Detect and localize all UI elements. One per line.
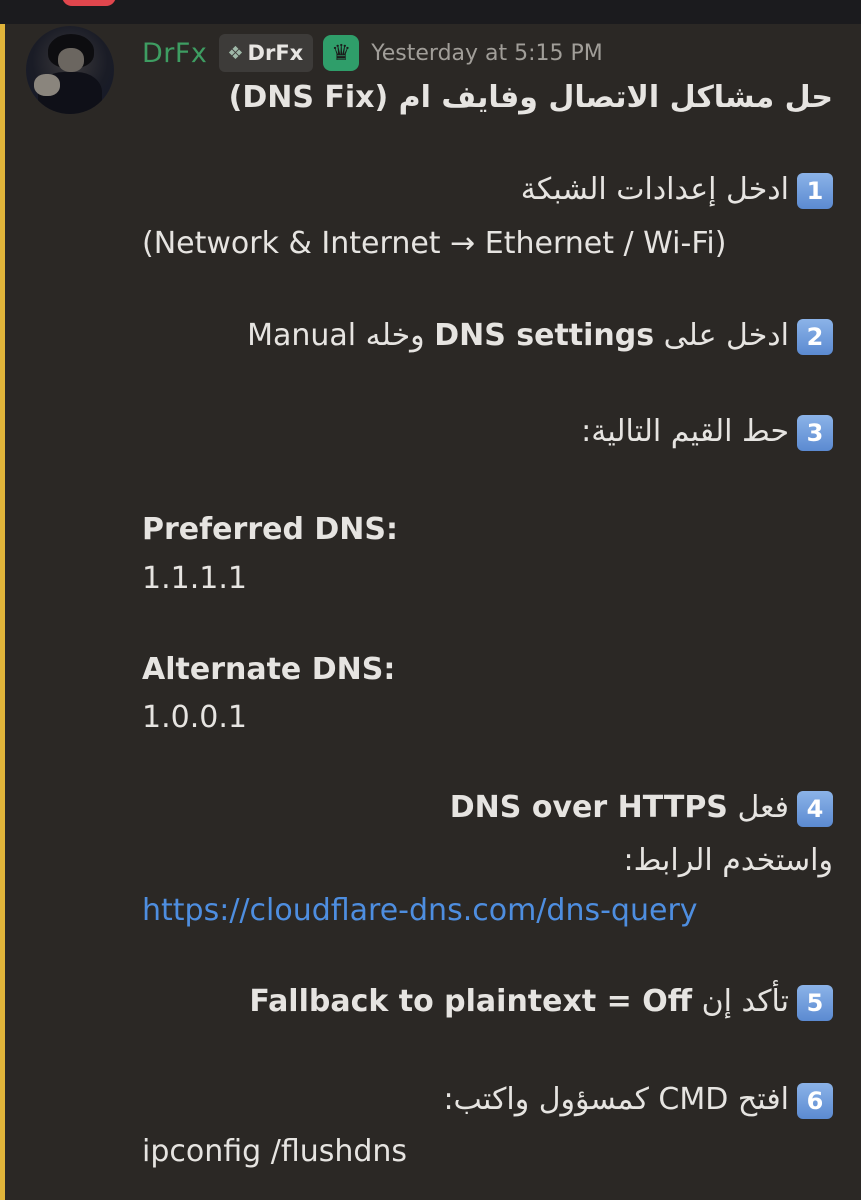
keycap-2-icon: 2 <box>797 318 833 355</box>
step-3: 3حط القيم التالية: <box>581 414 833 451</box>
doh-link[interactable]: https://cloudflare-dns.com/dns-query <box>142 893 698 928</box>
step-1-text: ادخل إعدادات الشبكة <box>520 172 789 207</box>
alternate-dns-label: Alternate DNS: <box>142 652 396 687</box>
step-1-path: (Network & Internet → Ethernet / Wi-Fi) <box>142 226 727 261</box>
flushdns-command: ipconfig /flushdns <box>142 1134 408 1169</box>
server-tag-label: DrFx <box>247 41 304 65</box>
keycap-1-icon: 1 <box>797 172 833 209</box>
username[interactable]: DrFx <box>142 38 207 69</box>
step-4-pre: فعل <box>727 790 789 825</box>
mention-highlight-bar <box>0 24 5 1200</box>
preferred-dns-value: 1.1.1.1 <box>142 561 247 596</box>
step-2-bold: DNS settings <box>434 318 655 353</box>
message-header: DrFx ❖ DrFx ♛ Yesterday at 5:15 PM <box>142 30 603 76</box>
preferred-dns-label: Preferred DNS: <box>142 512 398 547</box>
keycap-4-icon: 4 <box>797 790 833 827</box>
step-4: 4فعل DNS over HTTPS <box>450 790 833 827</box>
top-bar <box>0 0 861 24</box>
message-title: حل مشاكل الاتصال وفايف ام (DNS Fix) <box>228 80 833 115</box>
step-6: 6افتح CMD كمسؤول واكتب: <box>443 1082 833 1119</box>
avatar[interactable] <box>26 26 114 114</box>
keycap-6-icon: 6 <box>797 1082 833 1119</box>
step-6-text: افتح CMD كمسؤول واكتب: <box>443 1082 789 1117</box>
timestamp[interactable]: Yesterday at 5:15 PM <box>371 41 603 66</box>
step-5: 5تأكد إن Fallback to plaintext = Off <box>249 984 833 1021</box>
keycap-3-icon: 3 <box>797 414 833 451</box>
step-5-bold: Fallback to plaintext = Off <box>249 984 693 1019</box>
step-2-post: وخله Manual <box>247 318 435 353</box>
step-3-text: حط القيم التالية: <box>581 414 789 449</box>
notification-pill <box>62 0 116 6</box>
keycap-5-icon: 5 <box>797 984 833 1021</box>
step-4-note: واستخدم الرابط: <box>623 843 833 878</box>
server-tag[interactable]: ❖ DrFx <box>219 34 314 72</box>
step-4-bold: DNS over HTTPS <box>449 790 728 825</box>
step-2: 2ادخل على DNS settings وخله Manual <box>247 318 833 355</box>
step-1: 1ادخل إعدادات الشبكة <box>521 172 833 209</box>
alternate-dns-value: 1.0.0.1 <box>142 700 247 735</box>
crown-icon[interactable]: ♛ <box>323 35 360 71</box>
diamond-icon: ❖ <box>227 42 244 64</box>
step-2-pre: ادخل على <box>654 318 789 353</box>
step-5-pre: تأكد إن <box>692 984 789 1019</box>
